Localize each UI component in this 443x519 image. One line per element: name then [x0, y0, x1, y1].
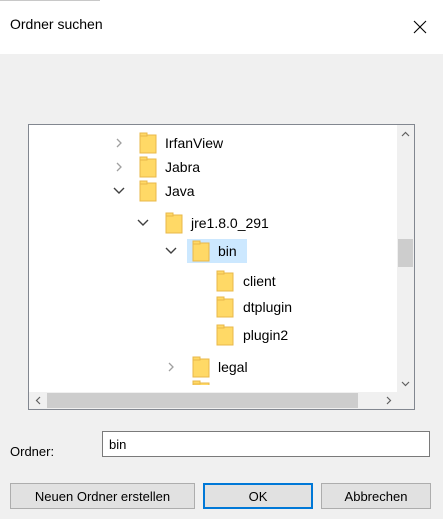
ok-button[interactable]: OK: [203, 483, 313, 509]
folder-icon: [216, 324, 234, 346]
window-title: Ordner suchen: [10, 16, 103, 32]
cancel-button[interactable]: Abbrechen: [321, 483, 431, 509]
tree-item-lib[interactable]: lib: [29, 379, 397, 385]
tree-content: IrfanView Jabra Java jre1.8.0_291 bin cl…: [29, 125, 397, 385]
chevron-right-icon[interactable]: [165, 361, 177, 373]
tree-item-bin[interactable]: bin: [29, 239, 397, 263]
chevron-up-icon: [401, 131, 410, 136]
tree-item-label: Java: [165, 183, 195, 199]
tree-item-label: jre1.8.0_291: [191, 215, 269, 231]
vertical-scroll-thumb[interactable]: [398, 239, 413, 267]
folder-icon: [216, 270, 234, 292]
tree-item-label: bin: [218, 243, 237, 259]
new-folder-button[interactable]: Neuen Ordner erstellen: [10, 483, 195, 509]
tree-item-label: client: [243, 273, 276, 289]
chevron-down-icon[interactable]: [137, 217, 149, 229]
folder-icon: [139, 156, 157, 178]
tree-item-label: IrfanView: [165, 135, 224, 151]
folder-icon: [139, 132, 157, 154]
tree-item-jabra[interactable]: Jabra: [29, 155, 397, 179]
chevron-right-icon[interactable]: [113, 161, 125, 173]
folder-icon: [139, 180, 157, 202]
tree-item-legal[interactable]: legal: [29, 355, 397, 379]
tree-item-client[interactable]: client: [29, 269, 397, 293]
tree-item-label: plugin2: [243, 327, 289, 343]
folder-icon: [192, 240, 210, 262]
tree-item-java[interactable]: Java: [29, 179, 397, 203]
scroll-left-button[interactable]: [29, 392, 46, 409]
tree-item-plugin2[interactable]: plugin2: [29, 323, 397, 347]
scroll-right-button[interactable]: [380, 392, 397, 409]
chevron-down-icon[interactable]: [113, 185, 125, 197]
chevron-left-icon: [35, 396, 40, 405]
chevron-right-icon: [386, 396, 391, 405]
folder-field-label: Ordner:: [10, 444, 55, 459]
title-topline: [0, 0, 100, 1]
scroll-up-button[interactable]: [397, 125, 414, 142]
tree-item-label: lib: [218, 379, 232, 385]
tree-item-label: dtplugin: [243, 299, 293, 315]
folder-icon: [192, 356, 210, 378]
scrollbar-corner: [397, 392, 414, 409]
scroll-down-button[interactable]: [397, 375, 414, 392]
close-icon: [413, 20, 427, 34]
close-button[interactable]: [397, 0, 443, 54]
horizontal-scroll-thumb[interactable]: [47, 393, 358, 408]
horizontal-scrollbar[interactable]: [29, 392, 397, 409]
tree-item-irfanview[interactable]: IrfanView: [29, 131, 397, 155]
folder-icon: [192, 380, 210, 385]
chevron-right-icon[interactable]: [113, 137, 125, 149]
tree-item-dtplugin[interactable]: dtplugin: [29, 295, 397, 319]
folder-icon: [216, 296, 234, 318]
folder-name-input[interactable]: [102, 431, 430, 457]
folder-tree[interactable]: IrfanView Jabra Java jre1.8.0_291 bin cl…: [28, 124, 415, 410]
tree-item-jre[interactable]: jre1.8.0_291: [29, 211, 397, 235]
vertical-scrollbar[interactable]: [397, 125, 414, 392]
tree-item-label: legal: [218, 359, 248, 375]
title-bar[interactable]: Ordner suchen: [0, 0, 443, 54]
chevron-down-icon: [401, 381, 410, 386]
browse-folder-dialog: Ordner suchen IrfanView Jabra Java jre1.…: [0, 0, 443, 519]
chevron-down-icon[interactable]: [165, 245, 177, 257]
tree-item-label: Jabra: [165, 159, 201, 175]
folder-icon: [165, 212, 183, 234]
